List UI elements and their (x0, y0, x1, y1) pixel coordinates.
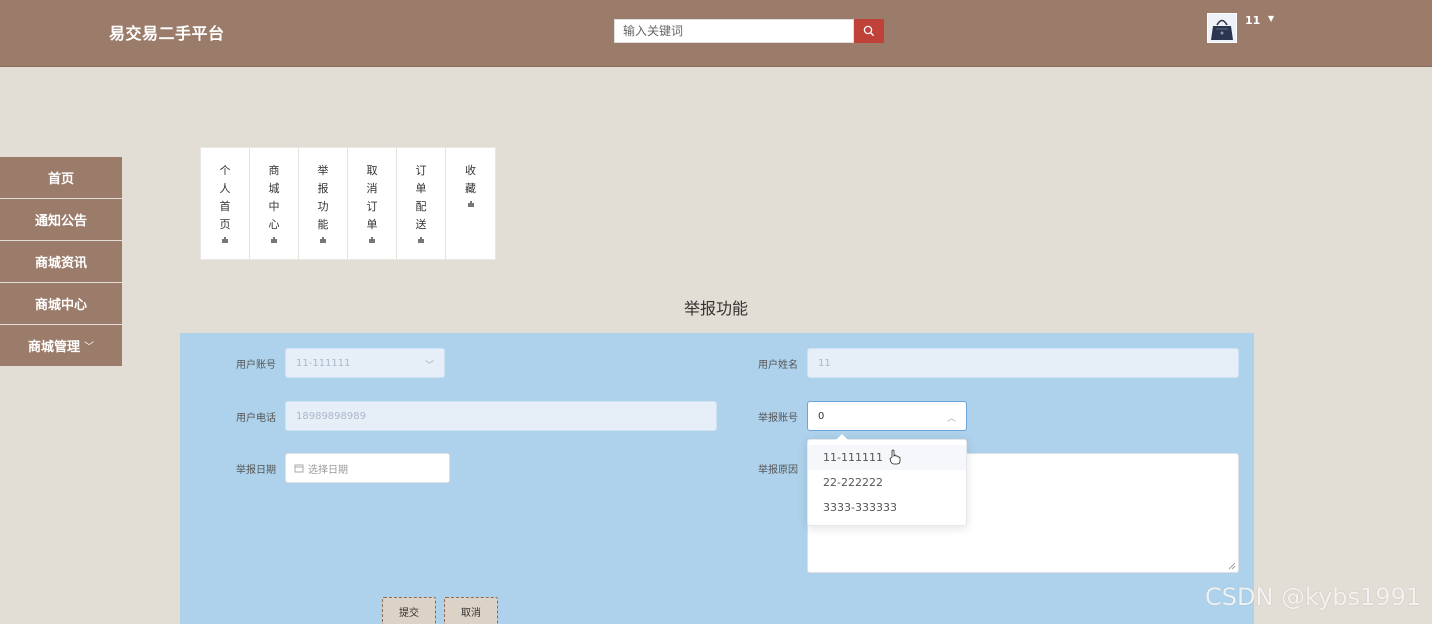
sidebar-item-label: 商城资讯 (34, 256, 87, 271)
search-input[interactable] (614, 19, 854, 43)
hand-cursor-icon (890, 449, 901, 465)
tab-label: 订单配送 (415, 164, 427, 231)
dropdown-option[interactable]: 22-222222 (808, 470, 966, 495)
cancel-button[interactable]: 取消 (444, 597, 498, 624)
tab-label: 收藏 (465, 164, 476, 195)
sidebar: 首页 通知公告 商城资讯 商城中心 商城管理 ﹀ (0, 157, 122, 367)
sidebar-item-home[interactable]: 首页 (0, 157, 122, 198)
name-label: 用户姓名 (758, 360, 798, 371)
sidebar-item-label: 通知公告 (34, 214, 87, 229)
tab-label: 取消订单 (366, 164, 378, 231)
sidebar-item-news[interactable]: 商城资讯 (0, 241, 122, 282)
profile-tabs: 个人首页 商城中心 举报功能 取消订单 订单配送 收藏 (200, 147, 496, 260)
thumb-icon (271, 237, 277, 243)
dropdown-option[interactable]: 11-111111 (808, 445, 966, 470)
top-header: 易交易二手平台 11 ▼ (0, 0, 1432, 67)
sidebar-item-label: 商城管理 (27, 340, 80, 355)
date-picker[interactable]: 选择日期 (285, 453, 450, 483)
dropdown-option[interactable]: 3333-333333 (808, 495, 966, 520)
sidebar-item-label: 首页 (47, 172, 74, 187)
sidebar-item-notice[interactable]: 通知公告 (0, 199, 122, 240)
reason-label: 举报原因 (758, 465, 798, 476)
calendar-icon (294, 464, 304, 473)
chevron-up-icon: ︿ (946, 414, 956, 424)
date-label: 举报日期 (236, 465, 276, 476)
phone-value: 18989898989 (296, 410, 366, 422)
account-value: 11-111111 (296, 357, 351, 369)
thumb-icon (222, 237, 228, 243)
avatar[interactable] (1207, 13, 1237, 43)
phone-field: 18989898989 (285, 401, 717, 431)
tab-label: 举报功能 (317, 164, 329, 231)
page-title: 举报功能 (683, 299, 748, 318)
name-field: 11 (807, 348, 1239, 378)
tab-label: 商城中心 (268, 164, 280, 231)
search-icon (863, 25, 875, 37)
watermark: CSDN @kybs1991 (1205, 583, 1422, 611)
tab-cancel-order[interactable]: 取消订单 (348, 148, 397, 259)
thumb-icon (369, 237, 375, 243)
report-account-dropdown: 11-111111 22-222222 3333-333333 (807, 434, 967, 526)
tab-label: 个人首页 (219, 164, 231, 231)
chevron-down-icon: ﹀ (424, 361, 434, 371)
tab-favorites[interactable]: 收藏 (446, 148, 495, 259)
tab-personal-home[interactable]: 个人首页 (201, 148, 250, 259)
thumb-icon (418, 237, 424, 243)
tab-report[interactable]: 举报功能 (299, 148, 348, 259)
report-account-select[interactable]: 0 ︿ (807, 401, 967, 431)
account-select: 11-111111 ﹀ (285, 348, 445, 378)
tab-order-delivery[interactable]: 订单配送 (397, 148, 446, 259)
chevron-down-icon: ﹀ (84, 342, 94, 353)
handbag-image-icon (1211, 19, 1233, 40)
search-button[interactable] (854, 19, 884, 43)
report-account-label: 举报账号 (758, 413, 798, 424)
thumb-icon (467, 201, 474, 207)
resize-handle-icon[interactable] (1228, 562, 1236, 570)
brand-title[interactable]: 易交易二手平台 (109, 20, 225, 44)
report-account-value: 0 (818, 410, 825, 422)
account-label: 用户账号 (236, 360, 276, 371)
date-placeholder: 选择日期 (308, 464, 348, 476)
thumb-icon (320, 237, 326, 243)
caret-down-icon[interactable]: ▼ (1268, 14, 1274, 23)
phone-label: 用户电话 (236, 413, 276, 424)
username[interactable]: 11 (1245, 14, 1260, 27)
tab-mall-center[interactable]: 商城中心 (250, 148, 299, 259)
submit-button[interactable]: 提交 (382, 597, 436, 624)
sidebar-item-mall-admin[interactable]: 商城管理 ﹀ (0, 325, 122, 366)
name-value: 11 (818, 357, 831, 369)
